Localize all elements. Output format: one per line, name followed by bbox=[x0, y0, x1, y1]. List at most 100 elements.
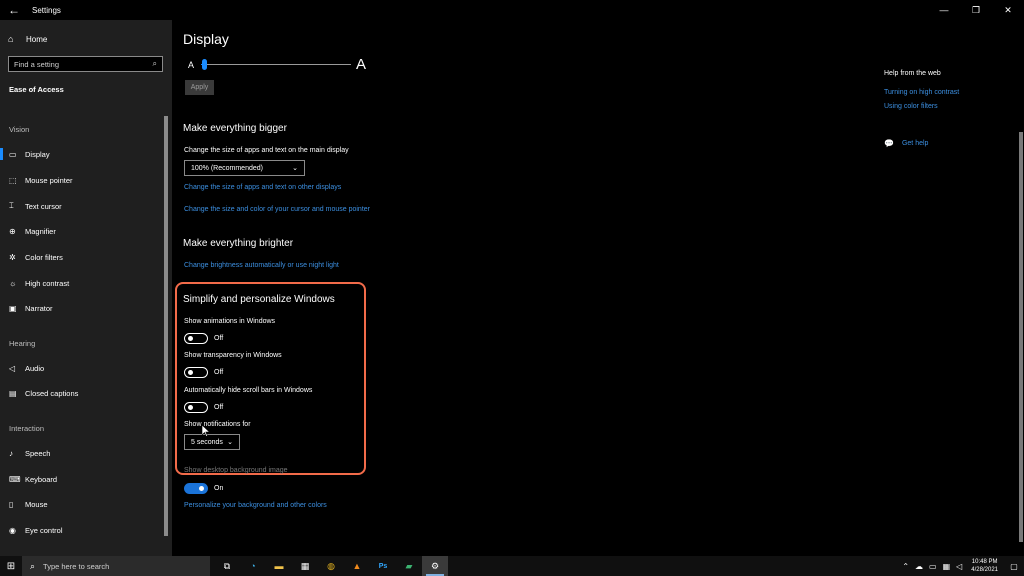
link-brightness[interactable]: Change brightness automatically or use n… bbox=[184, 262, 339, 269]
keyboard-icon: ⌨ bbox=[9, 474, 21, 484]
animations-state: Off bbox=[214, 334, 224, 342]
link-cursor-size[interactable]: Change the size and color of your cursor… bbox=[184, 206, 370, 213]
maximize-icon[interactable]: ❐ bbox=[960, 0, 992, 20]
color-filters-icon: ✲ bbox=[9, 252, 16, 262]
sidebar-home[interactable]: ⌂ Home bbox=[8, 34, 47, 44]
speaker-icon: ◁ bbox=[9, 363, 16, 373]
apply-button[interactable]: Apply bbox=[185, 80, 214, 95]
chevron-down-icon: ⌄ bbox=[292, 165, 298, 172]
help-link-high-contrast[interactable]: Turning on high contrast bbox=[884, 89, 959, 96]
settings-search[interactable]: ⌕ bbox=[8, 56, 163, 72]
sidebar-item-label: Mouse bbox=[25, 499, 48, 509]
slider-track[interactable] bbox=[201, 64, 351, 65]
photoshop-icon[interactable]: Ps bbox=[370, 556, 396, 576]
heading-simplify: Simplify and personalize Windows bbox=[183, 294, 335, 305]
sidebar-item-mouse[interactable]: ▯ Mouse bbox=[0, 494, 160, 514]
slider-large-label: A bbox=[356, 56, 367, 73]
transparency-label: Show transparency in Windows bbox=[184, 352, 282, 359]
monitor-icon: ▭ bbox=[9, 149, 17, 159]
main-content: Display A A Apply Make everything bigger… bbox=[172, 20, 1024, 556]
link-other-displays[interactable]: Change the size of apps and text on othe… bbox=[184, 184, 341, 191]
closed-captions-icon: ▤ bbox=[9, 388, 17, 398]
search-icon: ⌕ bbox=[30, 560, 36, 571]
windows-start-icon[interactable]: ⊞ bbox=[0, 561, 22, 572]
store-icon[interactable]: ▦ bbox=[292, 556, 318, 576]
desktop-bg-state: On bbox=[214, 484, 224, 492]
sidebar-item-closed-captions[interactable]: ▤ Closed captions bbox=[0, 383, 160, 403]
chevron-up-icon[interactable]: ⌃ bbox=[902, 562, 909, 571]
get-help[interactable]: 💬 Get help bbox=[884, 139, 928, 148]
notifications-icon[interactable]: ▢ bbox=[1004, 562, 1024, 571]
notifications-label: Show notifications for bbox=[184, 421, 251, 428]
file-explorer-icon[interactable]: ▬ bbox=[266, 556, 292, 576]
transparency-toggle[interactable] bbox=[184, 366, 208, 378]
sidebar-item-speech[interactable]: ♪ Speech bbox=[0, 443, 160, 463]
sidebar-item-audio[interactable]: ◁ Audio bbox=[0, 358, 160, 378]
main-scrollbar-thumb[interactable] bbox=[1019, 132, 1023, 542]
sidebar-item-label: Magnifier bbox=[25, 226, 56, 236]
sidebar-item-label: Keyboard bbox=[25, 474, 58, 484]
animations-label: Show animations in Windows bbox=[184, 318, 276, 325]
slider-handle[interactable] bbox=[202, 59, 207, 70]
back-arrow-icon[interactable]: ← bbox=[0, 3, 28, 17]
edge-icon[interactable]: ◔ bbox=[240, 556, 266, 576]
sidebar-item-label: Color filters bbox=[25, 252, 63, 262]
get-help-label: Get help bbox=[901, 140, 929, 147]
sidebar-item-display[interactable]: ▭ Display bbox=[0, 144, 160, 164]
search-input[interactable] bbox=[14, 59, 139, 69]
scrollbars-toggle[interactable] bbox=[184, 401, 208, 413]
sidebar-item-text-cursor[interactable]: ⌶ Text cursor bbox=[0, 196, 160, 216]
camtasia-icon[interactable]: ▰ bbox=[396, 556, 422, 576]
chevron-down-icon: ⌄ bbox=[227, 439, 233, 446]
clock-time: 10:48 PM bbox=[971, 559, 998, 565]
task-view-icon[interactable]: ⧉ bbox=[214, 556, 240, 576]
group-label-hearing: Hearing bbox=[9, 339, 36, 348]
taskbar-search-input[interactable] bbox=[43, 561, 194, 571]
transparency-state: Off bbox=[214, 368, 224, 376]
desktop-bg-toggle-row: On bbox=[184, 482, 223, 494]
minimize-icon[interactable]: — bbox=[928, 0, 960, 20]
sidebar: ⌂ Home ⌕ Ease of Access Vision ▭ Display… bbox=[0, 20, 172, 556]
mouse-pointer-icon: ⬚ bbox=[9, 175, 17, 185]
sidebar-item-high-contrast[interactable]: ☼ High contrast bbox=[0, 273, 160, 293]
sidebar-item-narrator[interactable]: ▣ Narrator bbox=[0, 298, 160, 318]
title-bar: ← Settings — ❐ ✕ bbox=[0, 0, 1024, 20]
desktop-bg-label: Show desktop background image bbox=[184, 467, 288, 474]
desktop-bg-toggle[interactable] bbox=[184, 482, 208, 494]
monitor-tray-icon[interactable]: ▭ bbox=[929, 562, 937, 571]
size-dropdown-value: 100% (Recommended) bbox=[191, 164, 263, 172]
clock-date: 4/28/2021 bbox=[971, 567, 998, 573]
sidebar-scrollbar-thumb[interactable] bbox=[164, 116, 168, 536]
text-cursor-icon: ⌶ bbox=[9, 201, 14, 210]
sidebar-item-eye-control[interactable]: ◉ Eye control bbox=[0, 520, 160, 540]
animations-toggle[interactable] bbox=[184, 332, 208, 344]
eye-icon: ◉ bbox=[9, 525, 16, 535]
sidebar-item-magnifier[interactable]: ⊕ Magnifier bbox=[0, 221, 160, 241]
settings-gear-icon[interactable]: ⚙ bbox=[422, 556, 448, 576]
scrollbars-label: Automatically hide scroll bars in Window… bbox=[184, 387, 313, 394]
network-icon[interactable]: ▦ bbox=[943, 562, 951, 571]
chrome-icon[interactable]: ◍ bbox=[318, 556, 344, 576]
help-link-color-filters[interactable]: Using color filters bbox=[884, 103, 938, 110]
vlc-icon[interactable]: ▲ bbox=[344, 556, 370, 576]
clock[interactable]: 10:48 PM 4/28/2021 bbox=[971, 558, 998, 574]
sidebar-item-color-filters[interactable]: ✲ Color filters bbox=[0, 247, 160, 267]
sidebar-home-label: Home bbox=[26, 34, 48, 44]
high-contrast-icon: ☼ bbox=[9, 278, 17, 288]
size-dropdown[interactable]: 100% (Recommended) ⌄ bbox=[184, 160, 305, 176]
close-icon[interactable]: ✕ bbox=[992, 0, 1024, 20]
search-icon[interactable]: ⌕ bbox=[153, 59, 157, 69]
main-scrollbar[interactable] bbox=[1018, 132, 1024, 556]
volume-icon[interactable]: ◁ bbox=[956, 562, 962, 571]
notifications-dropdown[interactable]: 5 seconds ⌄ bbox=[184, 434, 240, 450]
text-size-slider[interactable]: A A bbox=[188, 56, 368, 73]
link-personalize[interactable]: Personalize your background and other co… bbox=[184, 502, 327, 509]
sidebar-item-keyboard[interactable]: ⌨ Keyboard bbox=[0, 469, 160, 489]
cloud-icon[interactable]: ☁ bbox=[915, 562, 923, 571]
sidebar-item-label: Audio bbox=[25, 363, 45, 373]
sidebar-item-mouse-pointer[interactable]: ⬚ Mouse pointer bbox=[0, 170, 160, 190]
magnifier-icon: ⊕ bbox=[9, 226, 16, 236]
taskbar-search[interactable]: ⌕ bbox=[22, 556, 210, 576]
animations-toggle-row: Off bbox=[184, 332, 223, 344]
sidebar-scrollbar[interactable] bbox=[163, 116, 169, 556]
